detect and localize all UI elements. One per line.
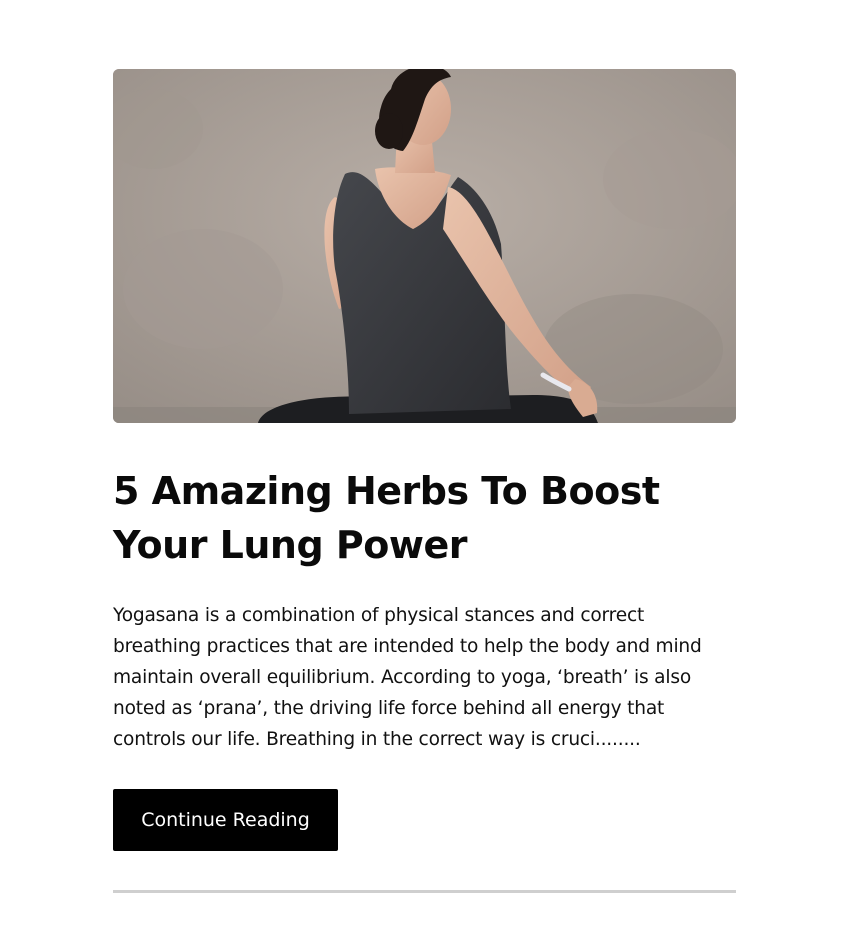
post-title[interactable]: 5 Amazing Herbs To Boost Your Lung Power — [113, 464, 736, 572]
blog-post-card: 5 Amazing Herbs To Boost Your Lung Power… — [113, 69, 736, 893]
post-featured-image[interactable] — [113, 69, 736, 423]
post-excerpt: Yogasana is a combination of physical st… — [113, 605, 702, 750]
post-divider — [113, 890, 736, 893]
continue-reading-button[interactable]: Continue Reading — [113, 789, 338, 851]
yoga-woman-illustration — [113, 69, 736, 423]
